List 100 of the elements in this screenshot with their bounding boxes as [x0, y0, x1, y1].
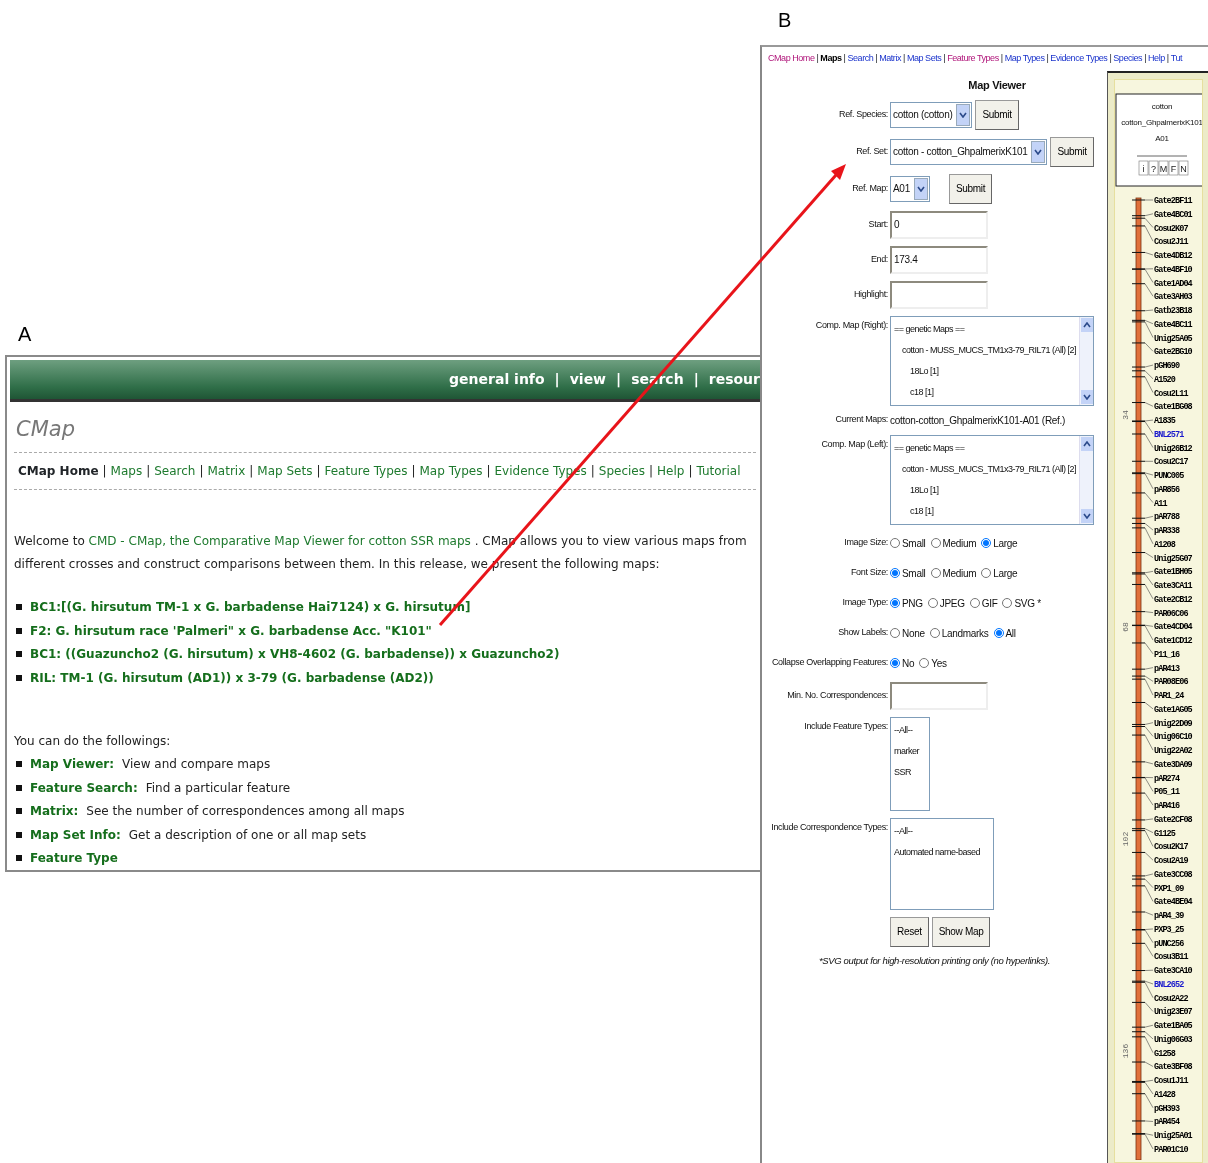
marker-label[interactable]: Cosu2K17 — [1154, 842, 1188, 853]
nav-link[interactable]: Evidence Types — [1050, 52, 1108, 66]
list-option[interactable]: cotton - MUSS_MUCS_TM1x3-79_RIL71 (All) [2] — [894, 339, 1077, 361]
marker-label[interactable]: pAR413 — [1154, 663, 1180, 674]
welcome-link[interactable]: CMD - CMap, the Comparative Map Viewer for cotton SSR maps — [88, 533, 471, 548]
marker-label[interactable]: Unig06C10 — [1154, 732, 1192, 743]
feature-link[interactable]: Feature Type — [30, 849, 118, 868]
form-button[interactable]: Show Map — [931, 916, 991, 947]
marker-label[interactable]: pAR856 — [1154, 484, 1180, 495]
marker-label[interactable]: A1208 — [1154, 539, 1175, 550]
nav-link[interactable]: Map Sets — [906, 52, 942, 66]
list-option[interactable]: --All-- — [894, 820, 990, 842]
list-option[interactable]: SSR — [894, 761, 926, 783]
nav-link[interactable]: Search — [847, 52, 874, 66]
list-option[interactable]: Automated name-based — [894, 841, 990, 863]
list-box[interactable]: --All-- marker SSR — [890, 716, 930, 811]
nav-link[interactable]: Feature Types — [324, 461, 408, 480]
marker-label[interactable]: Cosu2A19 — [1154, 856, 1188, 867]
marker-label[interactable]: Gate1CD12 — [1154, 636, 1192, 647]
radio-button[interactable] — [981, 538, 992, 548]
feature-link[interactable]: Map Viewer: — [30, 755, 115, 774]
marker-label[interactable]: Gate1BH05 — [1154, 567, 1192, 578]
marker-label[interactable]: Gate3CA11 — [1154, 581, 1192, 592]
marker-label[interactable]: Cosu1J11 — [1154, 1076, 1188, 1087]
nav-link[interactable]: Feature Types — [947, 52, 999, 66]
marker-label[interactable]: Cosu3B11 — [1154, 952, 1188, 963]
nav-link[interactable]: Help — [657, 461, 685, 480]
radio-button[interactable] — [969, 598, 980, 608]
marker-label[interactable]: Gate1BA05 — [1154, 1021, 1192, 1032]
marker-label[interactable]: pAR416 — [1154, 801, 1180, 812]
nav-link[interactable]: Matrix — [879, 52, 901, 66]
list-option[interactable]: == genetic Maps == — [894, 437, 1077, 459]
header-link[interactable]: general info — [449, 369, 545, 390]
marker-label[interactable]: Gate3CA10 — [1154, 966, 1192, 977]
map-button[interactable]: i — [1138, 160, 1149, 176]
marker-label[interactable]: Unig22A02 — [1154, 746, 1192, 757]
marker-label[interactable]: Unig25G07 — [1154, 553, 1192, 564]
input-field[interactable]: 0 — [890, 210, 988, 239]
marker-label[interactable]: Gate4BE04 — [1154, 897, 1192, 908]
marker-label[interactable]: pAR454 — [1154, 1117, 1180, 1128]
radio-button[interactable] — [890, 658, 900, 668]
marker-label[interactable]: A11 — [1154, 498, 1167, 509]
marker-label[interactable]: Gate4BC01 — [1154, 209, 1192, 220]
marker-label[interactable]: Gate4BF10 — [1154, 264, 1192, 275]
list-option[interactable]: c18 [1] — [894, 500, 1077, 522]
marker-label[interactable]: PAR06C06 — [1154, 608, 1188, 619]
dropdown[interactable]: cotton - cotton_GhpalmerixK101 — [890, 138, 1048, 165]
marker-label[interactable]: pAR338 — [1154, 526, 1180, 537]
marker-label[interactable]: Gatb23B18 — [1154, 306, 1192, 317]
list-box[interactable]: --All-- Automated name-based — [890, 817, 994, 910]
marker-label[interactable]: Gate1AD04 — [1154, 278, 1192, 289]
marker-label[interactable]: Gate4DB12 — [1154, 251, 1192, 261]
header-link[interactable]: view — [569, 369, 607, 390]
marker-label[interactable]: Gate2CF08 — [1154, 814, 1192, 825]
marker-label[interactable]: Gate3BF08 — [1154, 1062, 1192, 1073]
map-link[interactable]: F2: G. hirsutum race 'Palmeri" x G. barbadense Acc. "K101" — [30, 621, 432, 640]
marker-label[interactable]: PUNC005 — [1154, 471, 1184, 482]
nav-link[interactable]: Map Sets — [257, 461, 313, 480]
marker-label[interactable]: G1125 — [1154, 828, 1175, 839]
marker-label[interactable]: Gate1BG08 — [1154, 402, 1192, 413]
marker-label[interactable]: PXP3_25 — [1154, 924, 1184, 935]
marker-label[interactable]: PXP1_09 — [1154, 883, 1184, 894]
radio-button[interactable] — [890, 538, 900, 548]
marker-label[interactable]: Cosu2J11 — [1154, 237, 1188, 248]
submit-button[interactable]: Submit — [975, 99, 1019, 130]
input-field[interactable] — [890, 681, 988, 710]
list-option[interactable]: 18Lo [1] — [894, 479, 1077, 501]
marker-label[interactable]: G1258 — [1154, 1048, 1175, 1059]
marker-label[interactable]: Unig26B12 — [1154, 443, 1192, 454]
marker-label[interactable]: Unig25A05 — [1154, 333, 1192, 344]
marker-label[interactable]: pAR4_39 — [1154, 911, 1184, 922]
nav-link[interactable]: Tut — [1170, 52, 1182, 66]
marker-label[interactable]: Cosu2L11 — [1154, 388, 1188, 399]
input-field[interactable]: 173.4 — [890, 245, 988, 274]
marker-label[interactable]: Gate3AH03 — [1154, 292, 1192, 303]
marker-label[interactable]: P05_11 — [1154, 787, 1180, 798]
marker-label[interactable]: Gate2BG10 — [1154, 347, 1192, 358]
marker-label[interactable]: Gate2CB12 — [1154, 594, 1192, 605]
marker-label[interactable]: Cosu2A22 — [1154, 993, 1188, 1004]
map-button[interactable]: ? — [1148, 160, 1159, 176]
dropdown[interactable]: cotton (cotton) — [890, 101, 973, 128]
feature-link[interactable]: Map Set Info: — [30, 825, 121, 844]
radio-button[interactable] — [890, 598, 900, 608]
nav-link[interactable]: Maps — [110, 461, 143, 480]
map-button[interactable]: M — [1158, 160, 1169, 176]
radio-button[interactable] — [890, 568, 900, 578]
map-button[interactable]: F — [1168, 160, 1179, 176]
marker-label[interactable]: pGH393 — [1154, 1103, 1180, 1114]
marker-label[interactable]: Cosu2K07 — [1154, 223, 1188, 234]
marker-label[interactable]: Gate3CC08 — [1154, 869, 1192, 880]
marker-label[interactable]: BNL2652 — [1154, 979, 1184, 990]
marker-label[interactable]: pAR274 — [1154, 773, 1180, 784]
marker-label[interactable]: PAR01C10 — [1154, 1145, 1188, 1155]
map-link[interactable]: BC1: ((Guazuncho2 (G. hirsutum) x VH8-4602 (G. barbadense)) x Guazuncho2) — [30, 645, 560, 664]
radio-button[interactable] — [930, 568, 941, 578]
list-option[interactable]: cotton - MUSS_MUCS_TM1x3-79_RIL71 (All) [2] — [894, 458, 1077, 480]
marker-label[interactable]: Gate3DA09 — [1154, 759, 1192, 770]
marker-label[interactable]: PAR08E06 — [1154, 677, 1188, 688]
marker-label[interactable]: Gate1AG05 — [1154, 704, 1192, 715]
nav-link[interactable]: CMap Home — [18, 461, 99, 480]
